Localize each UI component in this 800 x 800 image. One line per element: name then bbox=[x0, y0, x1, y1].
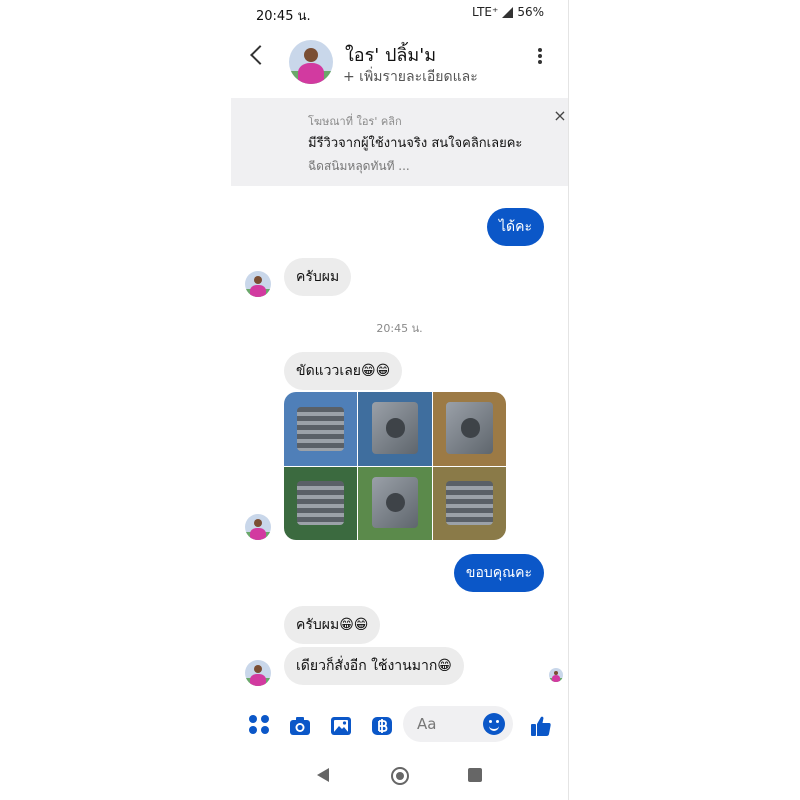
sender-avatar[interactable] bbox=[245, 271, 271, 297]
cylinder-photo-3[interactable] bbox=[432, 392, 506, 466]
status-indicators: LTE⁺ 56% bbox=[472, 5, 544, 19]
contact-subtitle[interactable]: + เพิ่มรายละเอียดและ bbox=[343, 66, 478, 88]
seen-avatar bbox=[549, 668, 563, 682]
incoming-message[interactable]: ครับผม bbox=[284, 258, 352, 296]
signal-icon bbox=[502, 6, 514, 18]
message-input[interactable]: Aa bbox=[403, 706, 513, 742]
nav-recents-icon[interactable] bbox=[468, 768, 482, 782]
sender-avatar[interactable] bbox=[245, 660, 271, 686]
cylinder-photo-4[interactable] bbox=[284, 466, 358, 540]
network-type: LTE⁺ bbox=[472, 5, 499, 19]
cylinder-photo-1[interactable] bbox=[284, 392, 358, 466]
incoming-message[interactable]: เดียวก็สั่งอีก ใช้งานมาก😁 bbox=[284, 647, 464, 685]
contact-avatar[interactable] bbox=[289, 40, 333, 84]
message-input-placeholder: Aa bbox=[417, 715, 437, 733]
cylinder-photo-2[interactable] bbox=[358, 392, 432, 466]
message-timestamp: 20:45 น. bbox=[376, 322, 423, 335]
gallery-icon[interactable] bbox=[329, 714, 353, 738]
camera-icon[interactable] bbox=[288, 714, 312, 738]
ad-banner[interactable]: โฆษณาที่ ใอร' คลิก มีรีวิวจากผู้ใช้งานจร… bbox=[231, 98, 568, 186]
baht-payment-icon[interactable] bbox=[370, 714, 394, 738]
outgoing-message[interactable]: ได้คะ bbox=[486, 208, 544, 246]
thumbs-up-icon[interactable] bbox=[529, 714, 553, 738]
nav-home-icon[interactable] bbox=[391, 767, 409, 785]
contact-name[interactable]: ใอร' ปลิ้ม'ม bbox=[345, 40, 436, 69]
messenger-screen: 20:45 น. LTE⁺ 56% ใอร' ปลิ้ม'ม + เพิ่มรา… bbox=[231, 0, 569, 800]
apps-icon[interactable] bbox=[249, 715, 270, 734]
nav-back-icon[interactable] bbox=[317, 768, 329, 782]
outgoing-message[interactable]: ขอบคุณคะ bbox=[453, 554, 544, 592]
battery-level: 56% bbox=[517, 5, 544, 19]
more-options-icon[interactable] bbox=[538, 54, 542, 58]
emoji-icon[interactable] bbox=[483, 713, 505, 735]
cylinder-photo-6[interactable] bbox=[432, 466, 506, 540]
ad-title[interactable]: มีรีวิวจากผู้ใช้งานจริง สนใจคลิกเลยคะ bbox=[308, 132, 522, 153]
close-icon[interactable]: × bbox=[552, 108, 568, 124]
status-time: 20:45 น. bbox=[256, 9, 311, 24]
photo-grid[interactable] bbox=[284, 392, 506, 540]
incoming-message[interactable]: ครับผม😁😁 bbox=[284, 606, 381, 644]
back-icon[interactable] bbox=[250, 45, 270, 65]
cylinder-photo-5[interactable] bbox=[358, 466, 432, 540]
ad-description: ฉีดสนิมหลุดทันที ... bbox=[308, 159, 410, 173]
sender-avatar[interactable] bbox=[245, 514, 271, 540]
ad-label: โฆษณาที่ ใอร' คลิก bbox=[308, 115, 402, 128]
incoming-message[interactable]: ขัดแววเลย😁😁 bbox=[284, 352, 403, 390]
